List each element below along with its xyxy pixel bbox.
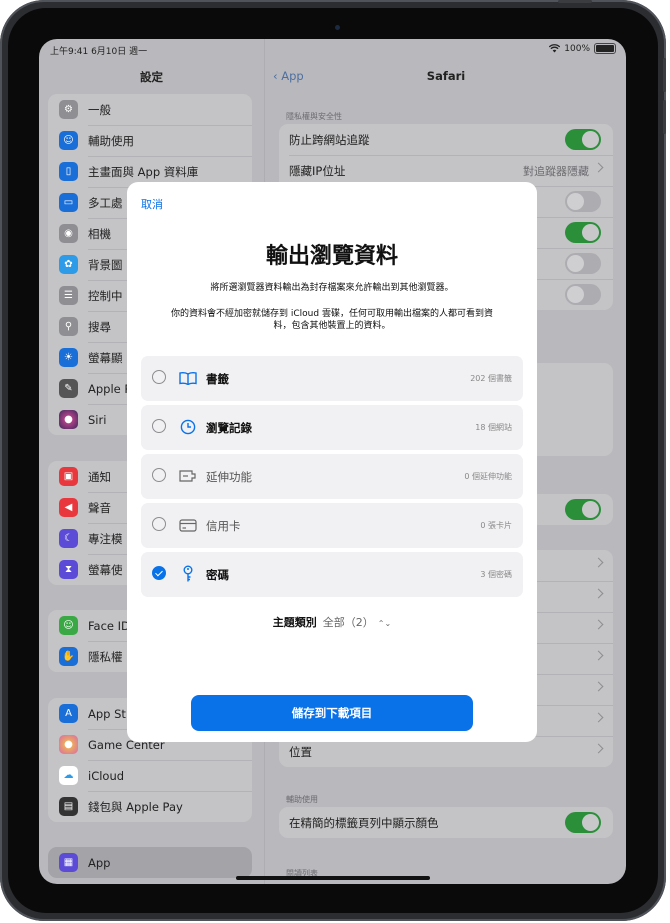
wallpaper-icon: ✿ [59,255,78,274]
pencil-icon: ✎ [59,379,78,398]
ipad-frame: 上午9:41 6月10日 週一 100% 設定 ⚙ 一般 ☺ 輔助使用 ▯ 主畫面與 … [0,0,666,921]
sheet-title: 輸出瀏覽資料 [265,244,398,269]
extensions-radio[interactable] [152,468,166,482]
screen-time-icon: ⧗ [59,560,78,579]
export-browsing-data-sheet: 取消 輸出瀏覽資料 將所選瀏覽器資料輸出為封存檔案來允許輸出到其他瀏覽器。 你的… [127,182,537,742]
key-icon [178,564,198,584]
top-button [558,0,592,3]
home-screen-icon: ▯ [59,162,78,181]
screen: 上午9:41 6月10日 週一 100% 設定 ⚙ 一般 ☺ 輔助使用 ▯ 主畫面與 … [39,39,626,884]
setting-toggle-6[interactable] [565,284,601,305]
sheet-description: 你的資料會不經加密就儲存到 iCloud 雲碟，任何可取用輸出檔案的人都可看到資… [171,309,493,331]
pane-title: Safari [426,69,466,83]
volume-up-button [663,58,666,92]
home-indicator [236,876,430,880]
bookmarks-radio[interactable] [152,370,166,384]
setting-toggle-4[interactable] [565,222,601,243]
setting-toggle-3[interactable] [565,191,601,212]
multitasking-icon: ▭ [59,193,78,212]
sidebar-item-icloud[interactable]: ☁ iCloud [48,760,252,791]
volume-down-button [663,100,666,134]
credit-card-icon [178,515,198,535]
sound-icon: ◀ [59,498,78,517]
chevron-right-icon [593,743,604,754]
sidebar-item-apps[interactable]: ▦ App [48,847,252,878]
notifications-icon: ▣ [59,467,78,486]
apps-icon: ▦ [59,853,78,872]
siri-icon: ● [59,410,78,429]
privacy-icon: ✋ [59,647,78,666]
export-item-bookmarks[interactable]: 書籤 202 個書籤 [141,356,523,401]
icloud-icon: ☁ [59,766,78,785]
topic-label: 主題類別 [272,616,317,629]
sidebar-title: 設定 [140,70,163,84]
wallet-icon: ▤ [59,797,78,816]
chevron-right-icon [593,588,604,599]
export-item-history[interactable]: 瀏覽記錄 18 個網站 [141,405,523,450]
focus-icon: ☾ [59,529,78,548]
accessibility-section-header: 輔助使用 [286,795,318,804]
sidebar-item-wallet[interactable]: ▤ 錢包與 Apple Pay [48,791,252,822]
setting-toggle-7[interactable] [565,499,601,520]
chevron-right-icon [593,162,604,173]
accessibility-group: 在精簡的標籤頁列中顯示顏色 [279,807,613,838]
front-camera [335,25,340,30]
privacy-section-header: 隱私權與安全性 [286,112,342,121]
setting-toggle-5[interactable] [565,253,601,274]
clock-icon [178,417,198,437]
chevron-right-icon [593,712,604,723]
camera-icon: ◉ [59,224,78,243]
tab-color-row: 在精簡的標籤頁列中顯示顏色 [279,807,613,838]
topic-selector[interactable]: 主題類別 全部（2） ⌃⌄ [127,614,537,630]
game-center-icon: ● [59,735,78,754]
prevent-tracking-toggle[interactable] [565,129,601,150]
passwords-radio[interactable] [152,566,166,580]
export-item-credit-cards[interactable]: 信用卡 0 張卡片 [141,503,523,548]
accessibility-icon: ☺ [59,131,78,150]
face-id-icon: ☺ [59,616,78,635]
chevron-right-icon [593,681,604,692]
extension-icon [178,466,198,486]
topic-value: 全部（2） [322,616,374,629]
chevron-right-icon [593,650,604,661]
chevron-right-icon [593,619,604,630]
credit-cards-radio[interactable] [152,517,166,531]
history-radio[interactable] [152,419,166,433]
chevron-right-icon [593,557,604,568]
sheet-subtitle: 將所選瀏覽器資料輸出為封存檔案來允許輸出到其他瀏覽器。 [210,283,454,293]
book-icon [178,368,198,388]
export-items-list: 書籤 202 個書籤 瀏覽記錄 18 個網站 延伸功能 0 個延伸功能 信用卡 … [141,356,523,601]
cancel-button[interactable]: 取消 [141,196,163,212]
sidebar-item-general[interactable]: ⚙ 一般 [48,94,252,125]
chevron-up-down-icon: ⌃⌄ [377,619,392,628]
search-icon: ⚲ [59,317,78,336]
prevent-tracking-row: 防止跨網站追蹤 [279,124,613,155]
tab-color-toggle[interactable] [565,812,601,833]
save-to-downloads-button[interactable]: 儲存到下載項目 [191,695,473,731]
app-store-icon: A [59,704,78,723]
brightness-icon: ☀ [59,348,78,367]
export-item-passwords[interactable]: 密碼 3 個密碼 [141,552,523,597]
sidebar-item-accessibility[interactable]: ☺ 輔助使用 [48,125,252,156]
control-center-icon: ☰ [59,286,78,305]
gear-icon: ⚙ [59,100,78,119]
export-item-extensions[interactable]: 延伸功能 0 個延伸功能 [141,454,523,499]
